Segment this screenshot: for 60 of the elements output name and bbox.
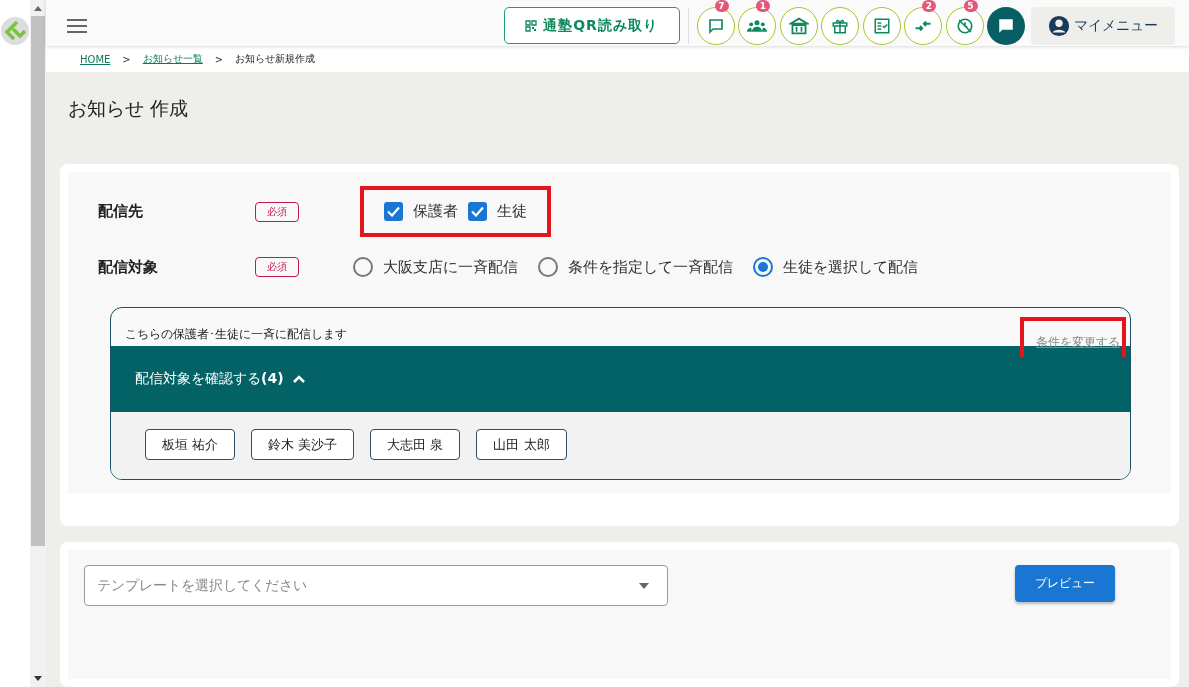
checkbox[interactable] (384, 202, 403, 221)
scrollbar[interactable] (30, 0, 46, 687)
scroll-down-icon[interactable] (33, 675, 43, 683)
radio-option[interactable]: 生徒を選択して配信 (753, 257, 918, 277)
checkbox[interactable] (468, 202, 487, 221)
radio-label: 生徒を選択して配信 (783, 257, 918, 277)
check-icon (471, 206, 484, 217)
message-icon (997, 16, 1015, 35)
radio-button[interactable] (753, 257, 773, 277)
message-button[interactable] (987, 6, 1025, 45)
chat-icon (706, 16, 725, 35)
page-title: お知らせ 作成 (68, 96, 190, 121)
dropdown-caret-icon (639, 582, 649, 589)
scrollbar-thumb[interactable] (31, 16, 45, 546)
breadcrumb-link[interactable]: HOME (80, 53, 111, 65)
field-label: 配信対象 (98, 257, 159, 277)
radio-label: 条件を指定して一斉配信 (568, 257, 733, 277)
breadcrumb-separator: > (122, 53, 131, 65)
preview-button[interactable]: プレビュー (1015, 565, 1115, 602)
field-label: 配信先 (98, 202, 144, 221)
checkbox-option[interactable]: 生徒 (468, 202, 527, 221)
scroll-up-icon[interactable] (33, 4, 43, 12)
student-chip: 山田 太郎 (476, 429, 567, 460)
student-chip: 鈴木 美沙子 (251, 429, 355, 460)
count-badge: 5 (963, 0, 978, 12)
qr-scan-button[interactable]: 通塾QR読み取り (503, 7, 680, 44)
count-badge: 1 (756, 0, 770, 12)
people-icon (747, 17, 767, 34)
my-menu-button[interactable]: マイメニュー (1031, 6, 1175, 45)
breadcrumb-current: お知らせ新規作成 (235, 52, 316, 66)
target-description: こちらの保護者･生徒に一斉に配信します (125, 326, 347, 343)
checkbox-label: 保護者 (413, 202, 458, 221)
checkbox-label: 生徒 (497, 202, 527, 221)
header-icon-button[interactable] (862, 6, 901, 45)
header-icon-button[interactable] (821, 6, 859, 45)
breadcrumb-separator: > (214, 53, 224, 65)
checkbox-option[interactable]: 保護者 (384, 202, 458, 221)
template-select[interactable]: テンプレートを選択してください (84, 565, 668, 606)
qr-icon (525, 19, 538, 32)
radio-label: 大阪支店に一斉配信 (383, 257, 518, 277)
building-icon (788, 16, 809, 35)
required-tag: 必須 (255, 257, 299, 277)
student-chip: 板垣 祐介 (145, 429, 236, 460)
required-tag: 必須 (255, 201, 299, 222)
chevron-up-icon (291, 374, 306, 384)
count-badge: 2 (922, 0, 936, 12)
account-icon (1048, 14, 1070, 37)
checklist-icon (872, 16, 891, 35)
student-chip: 大志田 泉 (370, 429, 461, 460)
menu-icon[interactable] (66, 17, 88, 34)
radio-option[interactable]: 条件を指定して一斉配信 (538, 257, 733, 277)
count-badge: 7 (714, 0, 729, 12)
header-icon-button[interactable] (779, 6, 818, 45)
check-icon (387, 206, 400, 217)
change-conditions-link[interactable]: 条件を変更する (1036, 335, 1120, 349)
blocked-clock-icon (955, 16, 974, 35)
radio-option[interactable]: 大阪支店に一斉配信 (353, 257, 518, 277)
radio-button[interactable] (353, 257, 373, 277)
breadcrumb-link[interactable]: お知らせ一覧 (142, 52, 203, 66)
radio-button[interactable] (538, 257, 558, 277)
